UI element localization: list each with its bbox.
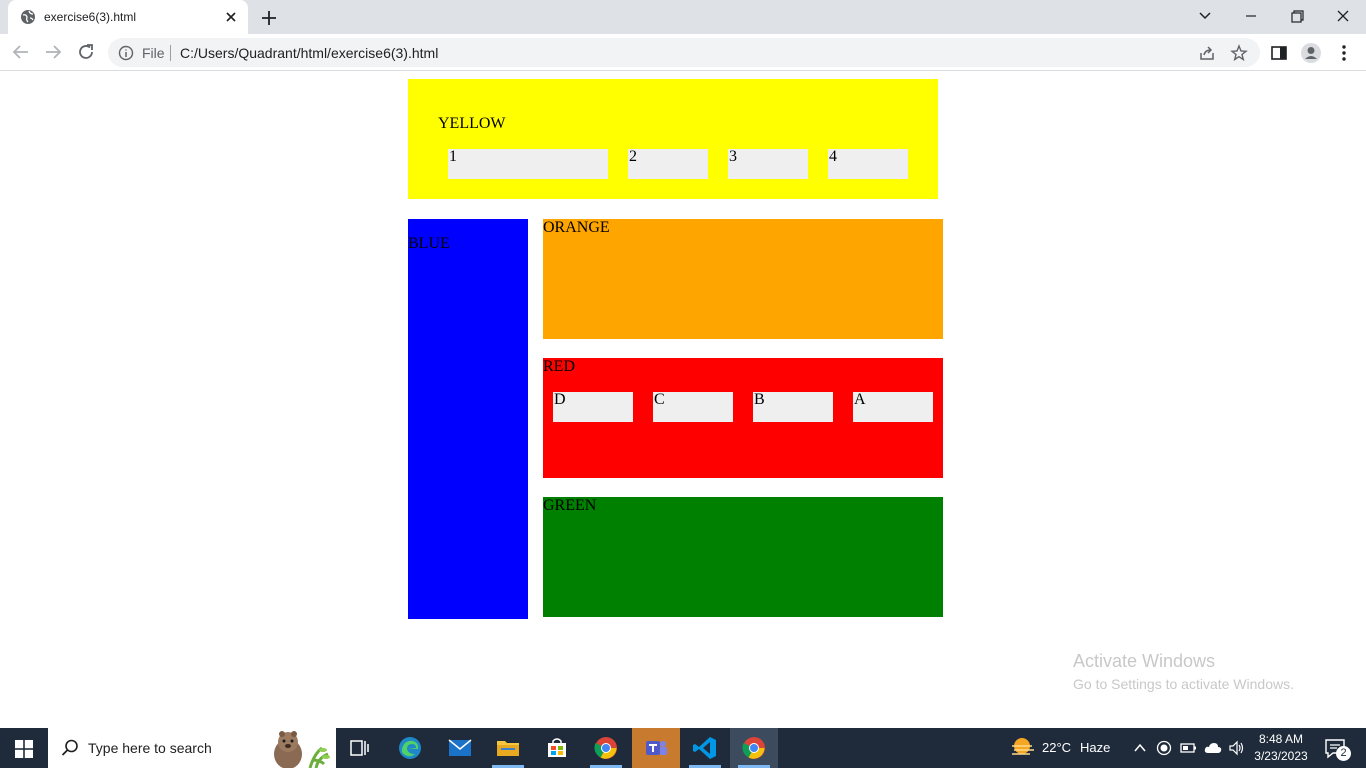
taskbar: Type here to search 22°C Haze 8:48 AM 3/…	[0, 728, 1366, 768]
blue-box: BLUE	[408, 219, 528, 619]
reload-icon[interactable]	[75, 41, 97, 63]
teams-button[interactable]	[632, 728, 680, 768]
red-item-a: A	[853, 392, 933, 422]
green-box: GREEN	[543, 497, 943, 617]
mail-icon	[448, 739, 472, 756]
new-tab-icon[interactable]	[258, 7, 280, 29]
yellow-box: YELLOW 1 2 3 4	[408, 79, 938, 199]
tab-title: exercise6(3).html	[44, 10, 137, 24]
chrome-button[interactable]	[730, 728, 778, 768]
yellow-item-2: 2	[628, 149, 708, 179]
weather-temperature[interactable]: 22°C	[1042, 740, 1071, 755]
store-icon	[548, 738, 566, 757]
forward-arrow-icon[interactable]	[42, 41, 64, 63]
task-view-button[interactable]	[336, 728, 384, 768]
green-label: GREEN	[543, 497, 597, 514]
share-icon[interactable]	[1198, 44, 1216, 62]
url-text[interactable]: C:/Users/Quadrant/html/exercise6(3).html	[180, 45, 438, 61]
task-view-icon	[350, 740, 369, 756]
orange-label: ORANGE	[543, 219, 610, 236]
windows-logo-icon	[15, 740, 33, 758]
edge-browser-icon	[399, 737, 421, 759]
red-item-b: B	[753, 392, 833, 422]
red-box: RED D C B A	[543, 358, 943, 478]
restore-icon[interactable]	[1282, 4, 1312, 28]
teams-icon	[646, 741, 667, 755]
search-placeholder: Type here to search	[88, 740, 212, 756]
minimize-icon[interactable]	[1236, 4, 1266, 28]
browser-tab[interactable]: exercise6(3).html	[8, 0, 248, 34]
back-arrow-icon[interactable]	[10, 41, 32, 63]
activate-windows-title: Activate Windows	[1073, 651, 1216, 671]
volume-icon[interactable]	[1228, 740, 1246, 756]
profile-avatar-icon[interactable]	[1300, 42, 1322, 64]
page-content: YELLOW 1 2 3 4 BLUE ORANGE RED D C B A G…	[0, 71, 1366, 728]
info-icon[interactable]	[118, 45, 134, 61]
globe-icon	[21, 10, 35, 24]
onedrive-cloud-icon[interactable]	[1204, 740, 1222, 756]
folder-icon	[497, 741, 519, 756]
clock-date: 3/23/2023	[1254, 749, 1308, 763]
notification-count-badge: 2	[1336, 746, 1351, 761]
blue-label: BLUE	[408, 235, 450, 252]
activate-windows-subtitle: Go to Settings to activate Windows.	[1073, 676, 1294, 692]
bookmark-star-icon[interactable]	[1230, 44, 1248, 62]
chrome-profile-button[interactable]	[582, 728, 630, 768]
clock-time: 8:48 AM	[1258, 732, 1304, 746]
record-indicator-icon[interactable]	[1156, 740, 1172, 756]
close-tab-icon[interactable]	[222, 8, 240, 26]
side-panel-icon[interactable]	[1268, 42, 1290, 64]
menu-kebab-icon[interactable]	[1333, 42, 1355, 64]
edge-button[interactable]	[386, 728, 434, 768]
chrome-active-icon	[742, 737, 765, 759]
store-button[interactable]	[533, 728, 581, 768]
yellow-item-1: 1	[448, 149, 608, 179]
mail-button[interactable]	[436, 728, 484, 768]
battery-icon[interactable]	[1180, 740, 1198, 756]
url-separator	[170, 45, 171, 61]
url-scheme: File	[142, 45, 165, 61]
yellow-item-4: 4	[828, 149, 908, 179]
chrome-icon	[594, 737, 617, 759]
red-label: RED	[543, 358, 575, 375]
orange-box: ORANGE	[543, 219, 943, 339]
yellow-item-3: 3	[728, 149, 808, 179]
activate-windows-watermark: Activate Windows Go to Settings to activ…	[1073, 651, 1294, 692]
tab-strip: exercise6(3).html	[0, 0, 1366, 34]
notification-center-button[interactable]: 2	[1318, 728, 1366, 768]
system-clock[interactable]: 8:48 AM 3/23/2023	[1252, 731, 1310, 765]
taskbar-search-box[interactable]: Type here to search	[48, 728, 336, 768]
weather-description[interactable]: Haze	[1080, 740, 1110, 755]
show-hidden-icons-chevron-icon[interactable]	[1132, 740, 1148, 756]
file-explorer-button[interactable]	[484, 728, 532, 768]
vscode-button[interactable]	[681, 728, 729, 768]
yellow-label: YELLOW	[438, 115, 506, 132]
browser-toolbar: File C:/Users/Quadrant/html/exercise6(3)…	[0, 34, 1366, 71]
start-button[interactable]	[0, 728, 48, 768]
search-icon	[61, 739, 78, 756]
red-item-c: C	[653, 392, 733, 422]
beaver-illustration-icon	[274, 731, 330, 768]
tab-search-icon[interactable]	[1190, 4, 1220, 28]
address-bar[interactable]: File C:/Users/Quadrant/html/exercise6(3)…	[108, 38, 1260, 67]
close-window-icon[interactable]	[1328, 4, 1358, 28]
vscode-icon	[693, 737, 716, 759]
red-item-d: D	[553, 392, 633, 422]
weather-haze-icon[interactable]	[1010, 736, 1036, 760]
